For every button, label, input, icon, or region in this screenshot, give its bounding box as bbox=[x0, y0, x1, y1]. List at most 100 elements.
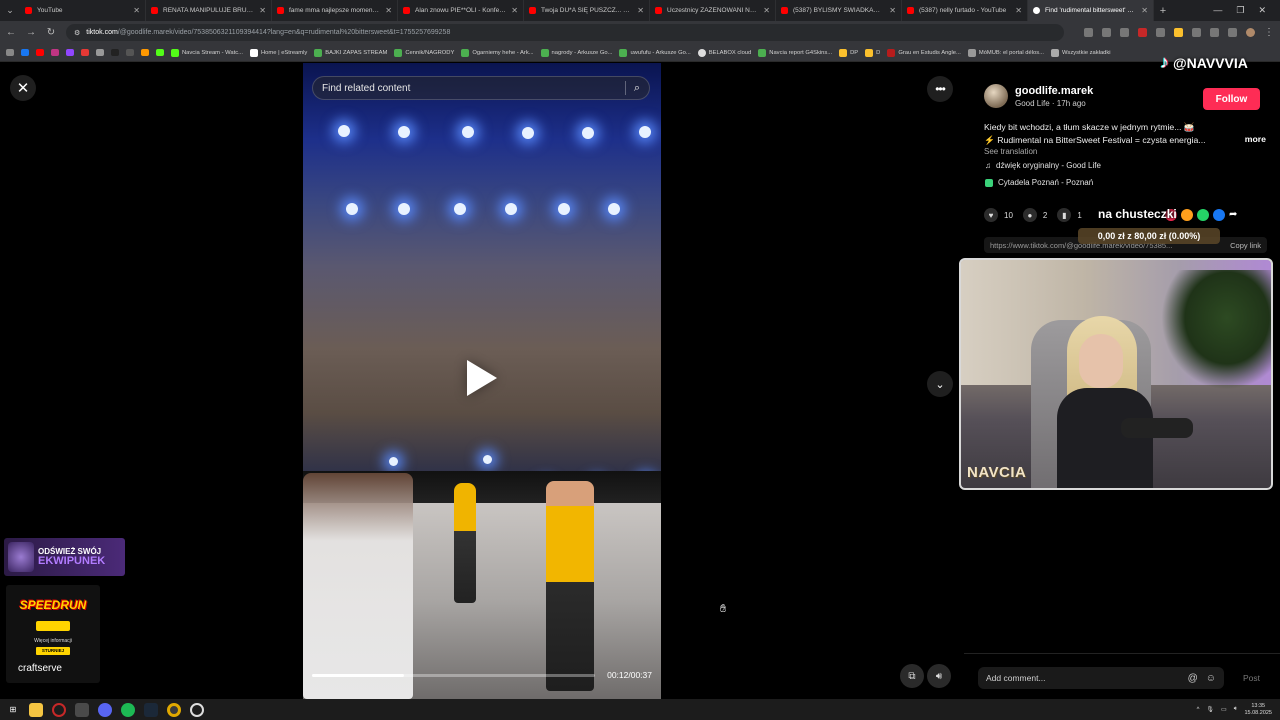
extensions-puzzle-icon[interactable] bbox=[1210, 28, 1219, 37]
extension-icon[interactable] bbox=[1156, 28, 1165, 37]
close-tab-icon[interactable]: ✕ bbox=[763, 6, 770, 15]
video-progress-bar[interactable] bbox=[312, 674, 595, 677]
bookmark-link[interactable]: Grau en Estudis Angle... bbox=[887, 48, 961, 57]
extension-icon[interactable] bbox=[1174, 28, 1183, 37]
bookmark-icon[interactable] bbox=[156, 49, 164, 56]
close-tab-icon[interactable]: ✕ bbox=[889, 6, 896, 15]
author-info[interactable]: goodlife.marek Good Life · 17h ago bbox=[984, 84, 1093, 108]
back-icon[interactable]: ← bbox=[6, 27, 16, 38]
video-player[interactable]: Find related content ⌕ 00:12/00:37 bbox=[303, 63, 661, 699]
chrome-icon[interactable] bbox=[167, 702, 181, 717]
minimize-icon[interactable]: — bbox=[1213, 5, 1222, 16]
new-tab-button[interactable]: + bbox=[1154, 5, 1172, 17]
bookmark-link[interactable]: DP bbox=[839, 48, 858, 57]
volume-button[interactable]: 🔊︎ bbox=[927, 664, 951, 688]
close-window-icon[interactable]: ✕ bbox=[1258, 5, 1266, 16]
browser-tab-active[interactable]: Find 'rudimental bittersweet' on Ti ✕ bbox=[1028, 0, 1154, 21]
emoji-icon[interactable]: ☺ bbox=[1206, 673, 1216, 684]
site-info-icon[interactable]: ⚙ bbox=[74, 29, 80, 37]
bookmark-link[interactable]: nagrody - Arkusze Go... bbox=[540, 48, 612, 57]
comment-input[interactable]: Add comment... @ ☺ bbox=[978, 667, 1224, 689]
browser-tab[interactable]: Twoja DU*A SIĘ PUSZCZ... Konfer ✕ bbox=[524, 0, 650, 21]
zoom-icon[interactable] bbox=[1102, 28, 1111, 37]
bookmark-icon[interactable] bbox=[36, 49, 44, 56]
mention-icon[interactable]: @ bbox=[1188, 673, 1198, 684]
bookmark-link[interactable]: MóMUB: el portal délos... bbox=[967, 48, 1044, 57]
browser-tab[interactable]: YouTube ✕ bbox=[20, 0, 146, 21]
extension-icon[interactable] bbox=[1138, 28, 1147, 37]
bookmark-icon[interactable] bbox=[21, 49, 29, 56]
bookmark-link[interactable]: Cennik/NAGRODY bbox=[394, 48, 454, 57]
sound-link[interactable]: ♫ dźwięk oryginalny - Good Life bbox=[985, 161, 1101, 170]
more-link[interactable]: more bbox=[1245, 133, 1266, 146]
post-comment-button[interactable]: Post bbox=[1243, 673, 1260, 683]
comment-button[interactable]: ● 2 bbox=[1022, 208, 1047, 222]
browser-tab[interactable]: RENATA MANIPULUJE BRUSEM? W ✕ bbox=[146, 0, 272, 21]
restore-icon[interactable]: ❐ bbox=[1236, 5, 1244, 16]
start-icon[interactable]: ⊞ bbox=[6, 703, 20, 717]
bookmark-link[interactable]: uwufufu - Arkusze Go... bbox=[619, 48, 691, 57]
cast-icon[interactable] bbox=[1084, 28, 1093, 37]
bookmark-icon[interactable] bbox=[126, 49, 134, 56]
bookmark-link[interactable]: BELABOX cloud bbox=[697, 48, 751, 57]
like-button[interactable]: ♥ 10 bbox=[984, 208, 1013, 222]
file-explorer-icon[interactable] bbox=[29, 702, 43, 717]
address-bar[interactable]: ⚙ tiktok.com/@goodlife.marek/video/75385… bbox=[66, 24, 1064, 41]
close-tab-icon[interactable]: ✕ bbox=[511, 6, 518, 15]
system-clock[interactable]: 13:35 15.08.2025 bbox=[1244, 703, 1272, 717]
close-tab-icon[interactable]: ✕ bbox=[1141, 6, 1148, 15]
reload-icon[interactable]: ↻ bbox=[46, 27, 56, 38]
bookmark-icon[interactable] bbox=[141, 49, 149, 56]
bookmark-link[interactable]: Navcia report G4Skins... bbox=[758, 48, 832, 57]
tray-chevron-icon[interactable]: ^ bbox=[1197, 707, 1200, 713]
extension-icon[interactable] bbox=[1192, 28, 1201, 37]
see-translation-link[interactable]: See translation bbox=[984, 146, 1269, 159]
browser-tab[interactable]: Alan znowu PIE**OLI - Konferencja ✕ bbox=[398, 0, 524, 21]
author-avatar[interactable] bbox=[984, 84, 1008, 108]
more-options-button[interactable]: ••• bbox=[927, 76, 953, 102]
browser-tab[interactable]: (5387) nelly furtado - YouTube ✕ bbox=[902, 0, 1028, 21]
whatsapp-icon[interactable] bbox=[1197, 209, 1209, 221]
menu-dots-icon[interactable]: ⋮ bbox=[1264, 27, 1274, 38]
display-icon[interactable]: ▭ bbox=[1221, 706, 1227, 713]
discord-icon[interactable] bbox=[98, 702, 112, 717]
spotify-icon[interactable] bbox=[121, 702, 135, 717]
play-icon[interactable] bbox=[467, 360, 497, 396]
bookmark-link[interactable]: Home | eStreamly bbox=[250, 48, 307, 57]
bookmark-star-icon[interactable] bbox=[1120, 28, 1129, 37]
save-button[interactable]: ▮ 1 bbox=[1057, 208, 1082, 222]
apps-icon[interactable] bbox=[6, 49, 14, 56]
app-icon[interactable] bbox=[75, 702, 89, 717]
close-tab-icon[interactable]: ✕ bbox=[637, 6, 644, 15]
obs-icon[interactable] bbox=[190, 702, 204, 717]
volume-tray-icon[interactable]: 🔉︎ bbox=[1234, 706, 1238, 713]
forward-icon[interactable]: → bbox=[26, 27, 36, 38]
close-tab-icon[interactable]: ✕ bbox=[1015, 6, 1022, 15]
next-video-button[interactable]: ⌄ bbox=[927, 371, 953, 397]
bookmark-link[interactable]: BAJKI ZAPAS STREAM bbox=[314, 48, 387, 57]
floating-player-button[interactable]: ⧉ bbox=[900, 664, 924, 688]
bookmark-icon[interactable] bbox=[81, 49, 89, 56]
share-arrow-icon[interactable]: ➦ bbox=[1229, 209, 1241, 221]
location-link[interactable]: Cytadela Poznań - Poznań bbox=[985, 178, 1093, 187]
close-tab-icon[interactable]: ✕ bbox=[133, 6, 140, 15]
sidebar-icon[interactable] bbox=[1228, 28, 1237, 37]
tab-search-icon[interactable]: ⌄ bbox=[0, 0, 20, 21]
bookmark-icon[interactable] bbox=[66, 49, 74, 56]
bookmark-icon[interactable] bbox=[96, 49, 104, 56]
microphone-icon[interactable]: 🎙︎ bbox=[1206, 706, 1214, 713]
close-tab-icon[interactable]: ✕ bbox=[385, 6, 392, 15]
bookmark-icon[interactable] bbox=[51, 49, 59, 56]
opera-icon[interactable] bbox=[52, 702, 66, 717]
browser-tab[interactable]: (5387) BYLIŚMY ŚWIADKAMI TRA ✕ bbox=[776, 0, 902, 21]
steam-icon[interactable] bbox=[144, 702, 158, 717]
facebook-icon[interactable] bbox=[1213, 209, 1225, 221]
bookmark-icon[interactable] bbox=[111, 49, 119, 56]
close-tab-icon[interactable]: ✕ bbox=[259, 6, 266, 15]
browser-tab[interactable]: fame mma najlepsze momenty - Y ✕ bbox=[272, 0, 398, 21]
bookmark-link[interactable]: Navcia Stream - Watc... bbox=[171, 48, 243, 57]
bookmark-link[interactable]: D bbox=[865, 48, 880, 57]
find-related-search[interactable]: Find related content ⌕ bbox=[312, 76, 650, 100]
follow-button[interactable]: Follow bbox=[1203, 88, 1260, 110]
copy-link-button[interactable]: Copy link bbox=[1230, 241, 1261, 250]
